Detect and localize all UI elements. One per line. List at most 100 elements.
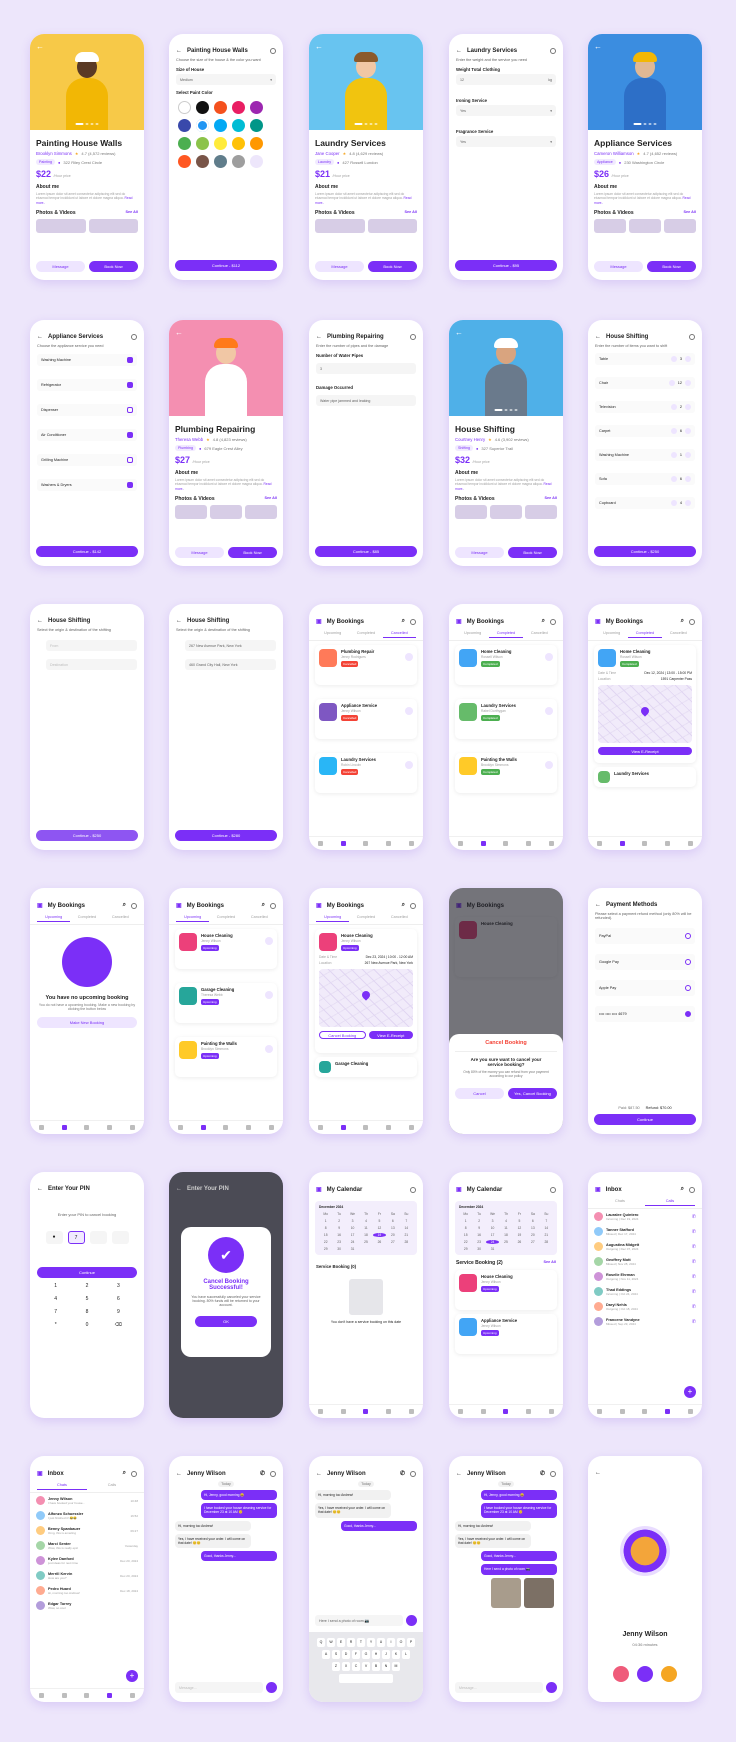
booking-card[interactable]: Laundry Services (594, 767, 696, 787)
calendar-day[interactable]: 13 (526, 1226, 539, 1230)
calendar-day[interactable]: 24 (485, 1240, 500, 1244)
from-input[interactable]: 267 New Avenue Park, New York (185, 640, 276, 651)
make-booking-button[interactable]: Make New Booking (37, 1017, 137, 1028)
calendar-day[interactable]: 10 (486, 1226, 499, 1230)
color-swatch[interactable] (250, 101, 263, 114)
booking-card[interactable]: Laundry Services Rabel Dorthygan Completed (455, 699, 557, 739)
more-icon[interactable] (131, 1470, 137, 1477)
tab-chats[interactable]: Chats (37, 1483, 87, 1490)
tab-completed[interactable]: Completed (349, 915, 382, 922)
bottom-navigation[interactable] (309, 1120, 423, 1134)
calendar-day[interactable]: 28 (400, 1240, 413, 1244)
calendar-day[interactable]: 18 (499, 1233, 512, 1237)
bottom-navigation[interactable] (588, 1404, 702, 1418)
booking-card-expanded[interactable]: Home Cleaning Rossell Wilson Completed Dat… (594, 645, 696, 763)
tab-completed[interactable]: Completed (349, 631, 382, 638)
search-icon[interactable]: ⌕ (681, 1186, 684, 1193)
carousel-dots[interactable] (633, 123, 657, 125)
book-now-button[interactable]: Book Now (508, 547, 557, 558)
color-swatch[interactable] (214, 155, 227, 168)
bottom-navigation[interactable] (30, 1120, 144, 1134)
message-input[interactable]: Message... (175, 1682, 263, 1693)
calendar-day[interactable]: 27 (526, 1240, 539, 1244)
provider-name[interactable]: Courtney Henry (455, 437, 485, 442)
calendar-day[interactable]: 31 (346, 1247, 359, 1251)
chat-row[interactable]: Marci Senter Wow, this is really epic Yest… (30, 1538, 144, 1553)
destination-input[interactable]: 460 Grand City Hall, New York (185, 659, 276, 670)
tab-completed[interactable]: Completed (70, 915, 103, 922)
back-arrow-icon[interactable]: ← (595, 902, 601, 908)
calendar-day[interactable]: 28 (540, 1240, 553, 1244)
more-icon[interactable] (689, 618, 695, 625)
calendar-day[interactable]: 15 (319, 1233, 332, 1237)
call-row[interactable]: Francene Vandyne Missed | Sep 29, 2024 ✆ (588, 1314, 702, 1329)
phone-icon[interactable]: ✆ (400, 1470, 405, 1477)
quantity-stepper[interactable]: 2 (670, 404, 691, 410)
book-now-button[interactable]: Book Now (368, 261, 417, 272)
message-button[interactable]: Message (594, 261, 643, 272)
ironing-select[interactable]: Yes ▾ (456, 105, 556, 116)
see-all-link[interactable]: See All (264, 496, 277, 502)
more-icon[interactable] (550, 1186, 556, 1193)
chat-row[interactable]: Jenny Wilson I have booked your house... 1… (30, 1493, 144, 1508)
color-swatch[interactable] (196, 137, 209, 150)
tab-upcoming[interactable]: Upcoming (37, 915, 71, 922)
call-row[interactable]: Thad Eddings Incoming | Oct 24, 2024 ✆ (588, 1284, 702, 1299)
message-input[interactable]: Message... (455, 1682, 543, 1693)
booking-card[interactable]: Appliance Service Jenny Wilson Cancelled (315, 699, 417, 739)
color-swatch[interactable] (196, 155, 209, 168)
more-icon[interactable] (131, 902, 137, 909)
calendar-day[interactable]: 11 (359, 1226, 372, 1230)
more-icon[interactable] (270, 48, 276, 54)
color-swatch[interactable] (232, 119, 245, 132)
back-arrow-icon[interactable]: ← (595, 334, 601, 340)
provider-name[interactable]: Theresa Webb (175, 437, 203, 442)
chat-row[interactable]: Alfonzo Schuessler I just finished it! 😂😂… (30, 1508, 144, 1523)
see-all-link[interactable]: See All (125, 210, 138, 216)
calendar-day[interactable]: 12 (513, 1226, 526, 1230)
continue-button[interactable]: Continue (594, 1114, 696, 1125)
message-input[interactable]: Here I send a photo of room 📷 (315, 1615, 403, 1626)
tab-chats[interactable]: Chats (595, 1199, 645, 1206)
tab-upcoming[interactable]: Upcoming (176, 915, 210, 922)
bottom-navigation[interactable] (169, 1120, 283, 1134)
bottom-navigation[interactable] (309, 836, 423, 850)
calendar-day[interactable]: 21 (540, 1233, 553, 1237)
message-button[interactable]: Message (315, 261, 364, 272)
carousel-dots[interactable] (354, 123, 378, 125)
call-row[interactable]: Geoffrey Mott Missed | Nov 28, 2024 ✆ (588, 1254, 702, 1269)
calendar-day[interactable]: 23 (332, 1240, 345, 1244)
calendar-day[interactable]: 16 (472, 1233, 485, 1237)
calendar-day[interactable]: 3 (486, 1219, 499, 1223)
message-button[interactable]: Message (455, 547, 504, 558)
more-icon[interactable] (270, 1470, 276, 1477)
call-row[interactable]: Tanner Stafford Missed | Dec 17, 2024 ✆ (588, 1224, 702, 1239)
photo-thumbnails[interactable] (315, 219, 417, 234)
bottom-navigation[interactable] (449, 1404, 563, 1418)
booking-card[interactable]: Appliance Service Jenny Wilson Upcoming (455, 1314, 557, 1354)
back-arrow-icon[interactable]: ← (315, 42, 323, 51)
fragrance-select[interactable]: Yes ▾ (456, 136, 556, 147)
tab-upcoming[interactable]: Upcoming (316, 631, 349, 638)
continue-button[interactable]: Continue - $250 (36, 830, 138, 841)
calendar-day[interactable]: 5 (373, 1219, 386, 1223)
payment-option-paypal[interactable]: PayPal (595, 928, 695, 944)
more-icon[interactable] (550, 1470, 556, 1477)
color-swatch[interactable] (214, 119, 227, 132)
back-arrow-icon[interactable]: ← (316, 334, 322, 340)
mic-icon[interactable] (546, 1682, 557, 1693)
search-icon[interactable]: ⌕ (123, 902, 126, 909)
color-swatch[interactable] (196, 101, 209, 114)
calendar-day[interactable]: 25 (499, 1240, 512, 1244)
calendar-day[interactable]: 17 (346, 1233, 359, 1237)
photo-thumbnails[interactable] (594, 219, 696, 234)
color-swatch[interactable] (178, 155, 191, 168)
booking-card[interactable]: Garage Cleaning (315, 1057, 417, 1077)
booking-card[interactable]: House Cleaning Jenny Wilson Upcoming (175, 929, 277, 969)
calendar-day[interactable]: 25 (359, 1240, 372, 1244)
calendar-day[interactable]: 29 (459, 1247, 472, 1251)
calendar-day[interactable]: 9 (472, 1226, 485, 1230)
more-icon[interactable] (550, 48, 556, 54)
booking-card[interactable]: Home Cleaning Rossell Wilson Completed (455, 645, 557, 685)
mic-icon[interactable] (266, 1682, 277, 1693)
